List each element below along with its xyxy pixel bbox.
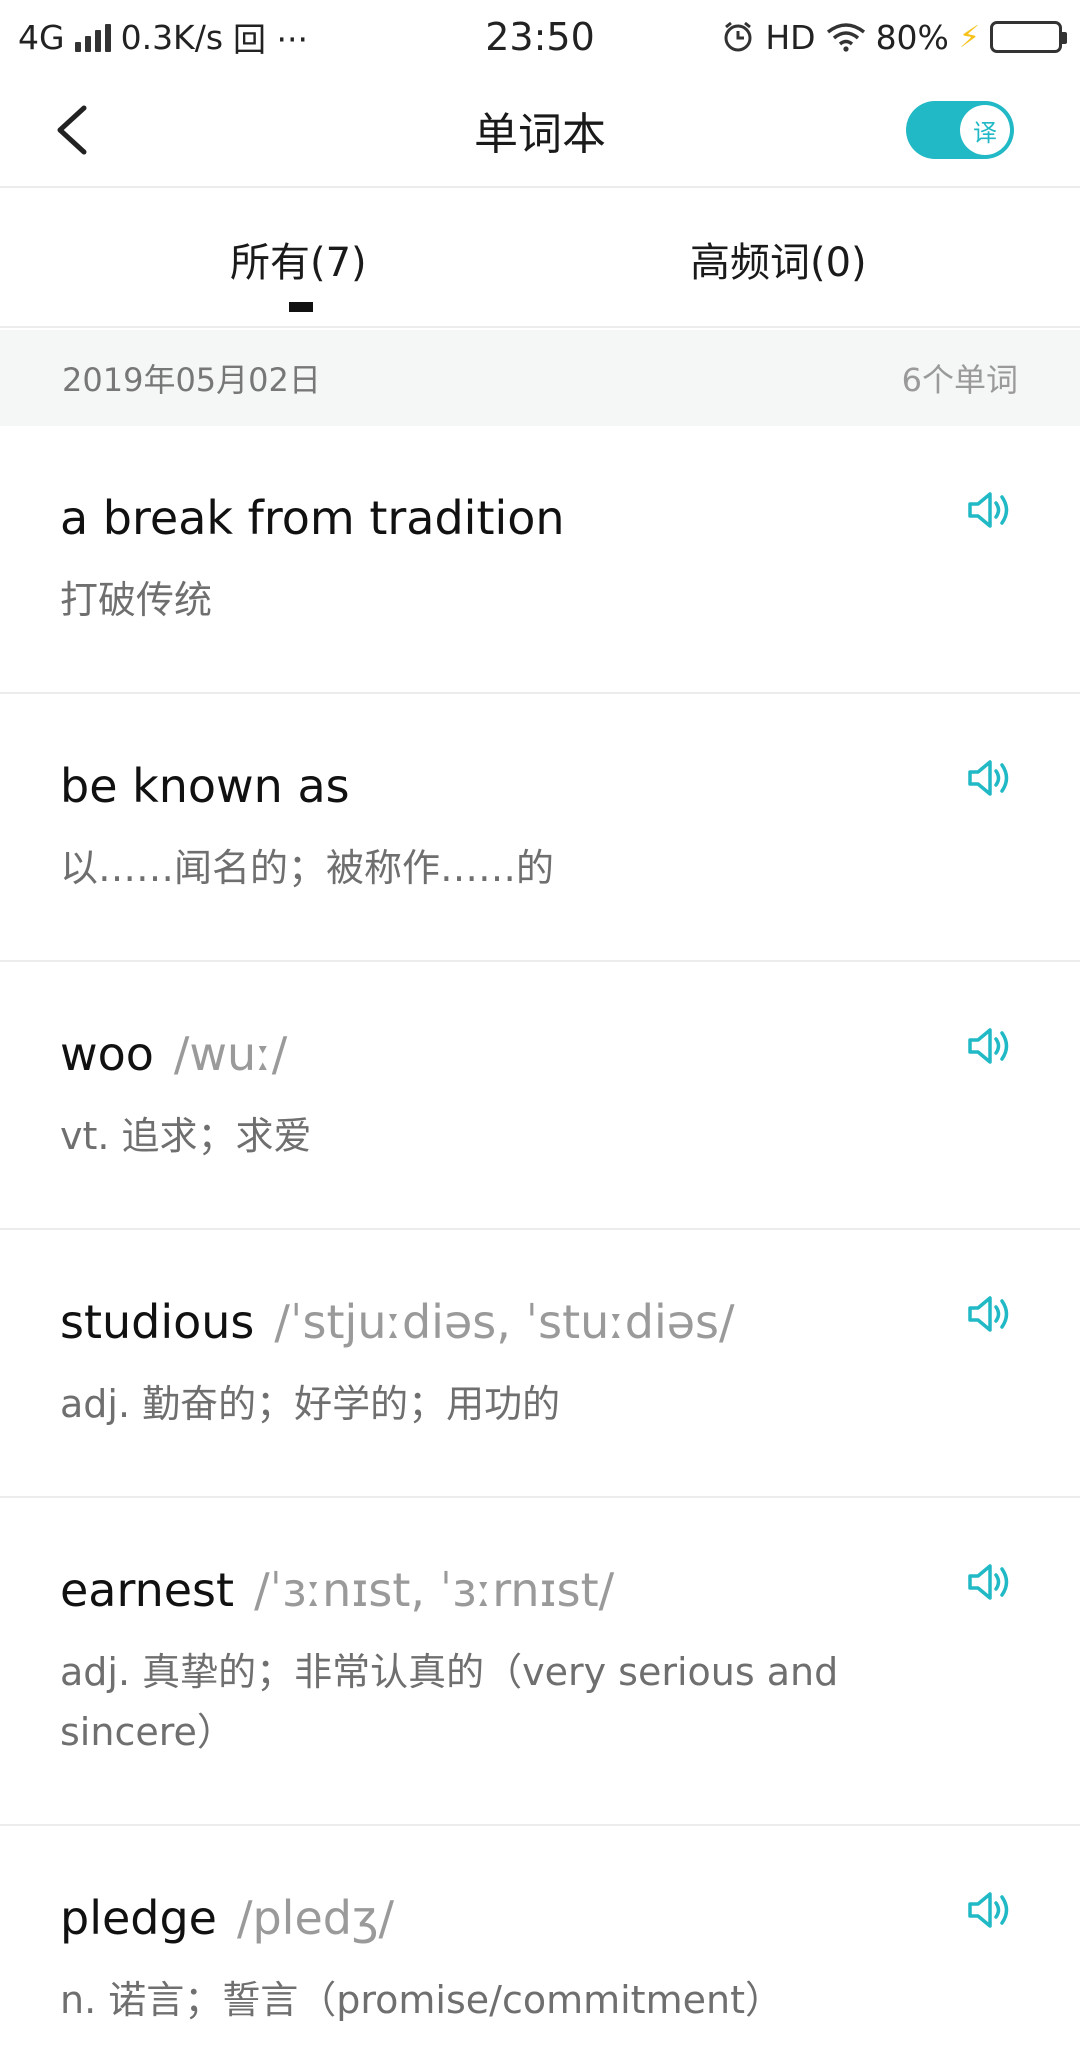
battery-icon xyxy=(990,21,1067,53)
word-meaning: adj. 勤奋的；好学的；用功的 xyxy=(60,1382,561,1426)
list-item[interactable]: pledge/pledʒ/ n. 诺言；誓言（promise/commitmen… xyxy=(0,1826,1080,2054)
speaker-icon[interactable] xyxy=(966,1890,1012,1930)
speaker-icon[interactable] xyxy=(966,1562,1012,1602)
word-phonetic: /wuː/ xyxy=(173,1027,288,1081)
speaker-icon[interactable] xyxy=(966,1294,1012,1334)
list-item[interactable]: be known as 以……闻名的；被称作……的 xyxy=(0,694,1080,962)
tab-bar: 所有(7) 高频词(0) xyxy=(0,188,1080,328)
list-item[interactable]: a break from tradition 打破传统 xyxy=(0,426,1080,694)
list-item[interactable]: studious/ˈstjuːdiəs, ˈstuːdiəs/ adj. 勤奋的… xyxy=(0,1230,1080,1498)
active-tab-indicator xyxy=(289,302,313,312)
toggle-knob: 译 xyxy=(960,105,1010,155)
word-meaning: 以……闻名的；被称作……的 xyxy=(60,846,555,890)
word-meaning: vt. 追求；求爱 xyxy=(60,1114,312,1158)
speaker-icon[interactable] xyxy=(966,1026,1012,1066)
translate-toggle[interactable]: 译 xyxy=(906,101,1014,159)
word-text: earnest xyxy=(60,1563,235,1617)
word-text: woo xyxy=(60,1027,154,1081)
list-item[interactable]: woo/wuː/ vt. 追求；求爱 xyxy=(0,962,1080,1230)
word-list: a break from tradition 打破传统 be known as … xyxy=(0,426,1080,2054)
charging-icon: ⚡ xyxy=(958,19,980,55)
speaker-icon[interactable] xyxy=(966,490,1012,530)
date-section-header: 2019年05月02日 6个单词 xyxy=(0,330,1080,426)
wifi-icon xyxy=(826,23,865,52)
back-icon[interactable] xyxy=(48,100,108,160)
section-date: 2019年05月02日 xyxy=(62,361,321,399)
word-text: be known as xyxy=(60,759,350,813)
word-phonetic: /ˈstjuːdiəs, ˈstuːdiəs/ xyxy=(274,1295,735,1349)
battery-percent: 80% xyxy=(875,17,949,57)
word-phonetic: /ˈɜːnɪst, ˈɜːrnɪst/ xyxy=(254,1563,615,1617)
section-word-count: 6个单词 xyxy=(901,361,1018,399)
word-meaning: n. 诺言；誓言（promise/commitment） xyxy=(60,1978,783,2022)
word-text: a break from tradition xyxy=(60,491,565,545)
tab-all[interactable]: 所有(7) xyxy=(230,230,367,288)
signal-icon xyxy=(74,22,111,52)
tab-high-frequency[interactable]: 高频词(0) xyxy=(690,230,867,288)
status-bar: 4G 0.3K/s 回 ··· 23:50 HD 80% ⚡ xyxy=(0,0,1080,74)
status-right: HD 80% ⚡ xyxy=(721,17,1067,57)
network-speed: 0.3K/s xyxy=(120,17,224,57)
word-text: studious xyxy=(60,1295,255,1349)
app-header: 单词本 译 xyxy=(0,74,1080,188)
page-title: 单词本 xyxy=(474,109,606,160)
status-left: 4G 0.3K/s 回 ··· xyxy=(18,13,308,61)
notification-icons: 回 ··· xyxy=(233,20,308,59)
word-meaning: 打破传统 xyxy=(60,578,213,622)
word-phonetic: /pledʒ/ xyxy=(236,1891,395,1945)
network-type: 4G xyxy=(18,17,65,57)
hd-indicator: HD xyxy=(765,17,816,57)
word-meaning: adj. 真挚的；非常认真的（very serious and sincere） xyxy=(60,1650,839,1754)
word-text: pledge xyxy=(60,1891,217,1945)
alarm-icon xyxy=(724,21,752,52)
speaker-icon[interactable] xyxy=(966,758,1012,798)
list-item[interactable]: earnest/ˈɜːnɪst, ˈɜːrnɪst/ adj. 真挚的；非常认真… xyxy=(0,1498,1080,1826)
